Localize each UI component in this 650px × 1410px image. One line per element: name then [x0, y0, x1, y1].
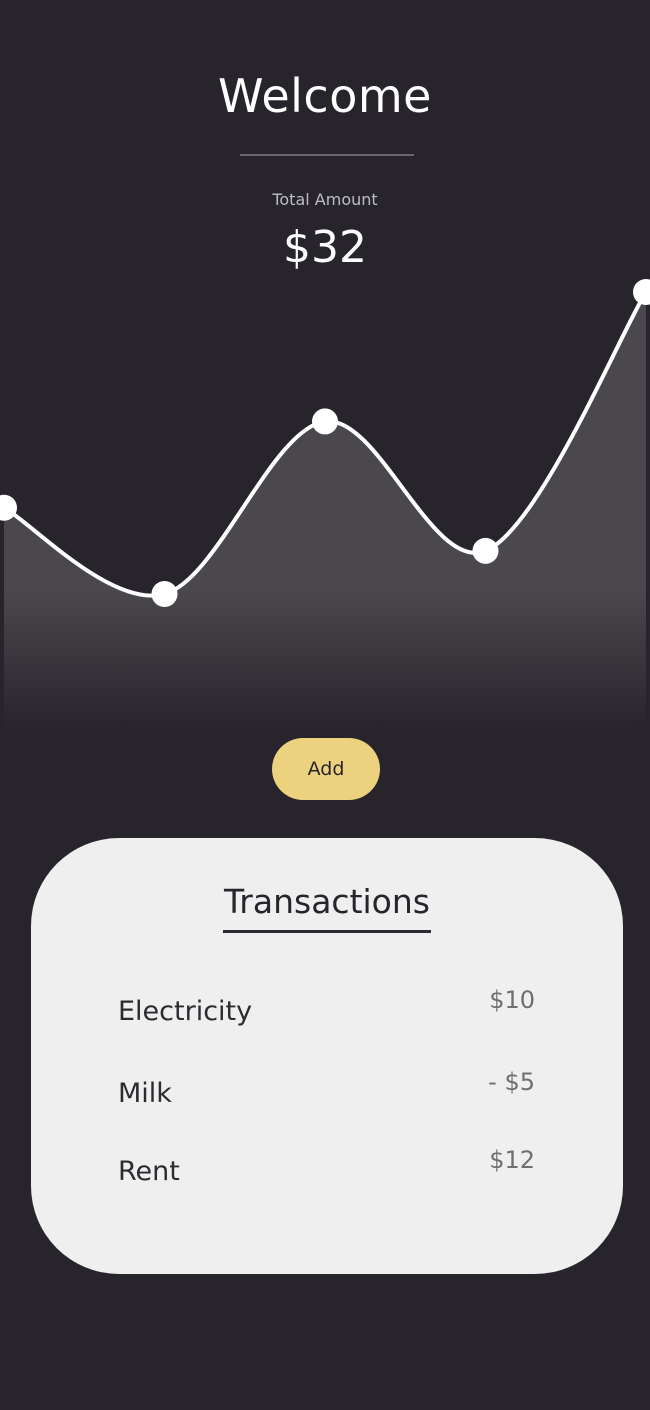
- transaction-amount: $10: [489, 986, 535, 1014]
- transaction-amount: $12: [489, 1146, 535, 1174]
- page-title: Welcome: [218, 69, 432, 123]
- add-button[interactable]: Add: [272, 738, 380, 800]
- transaction-name: Rent: [118, 1156, 180, 1187]
- transactions-card: Transactions Electricity $10 Milk - $5 R…: [31, 838, 623, 1274]
- transaction-row[interactable]: Milk - $5: [118, 1068, 535, 1109]
- chart-point-3: [472, 537, 499, 564]
- transactions-title-underline: [223, 930, 431, 933]
- transactions-title: Transactions: [224, 882, 430, 921]
- transaction-name: Electricity: [118, 996, 253, 1027]
- transaction-row[interactable]: Electricity $10: [118, 986, 535, 1027]
- transaction-row[interactable]: Rent $12: [118, 1146, 535, 1187]
- balance-chart: [0, 279, 650, 730]
- chart-point-1: [151, 581, 178, 607]
- chart-point-4: [633, 279, 650, 305]
- transaction-name: Milk: [118, 1078, 172, 1109]
- title-divider: [240, 154, 414, 156]
- transaction-amount: - $5: [488, 1068, 535, 1096]
- chart-point-2: [312, 408, 338, 435]
- total-amount-label: Total Amount: [272, 190, 378, 209]
- chart-area-fill: [4, 292, 646, 730]
